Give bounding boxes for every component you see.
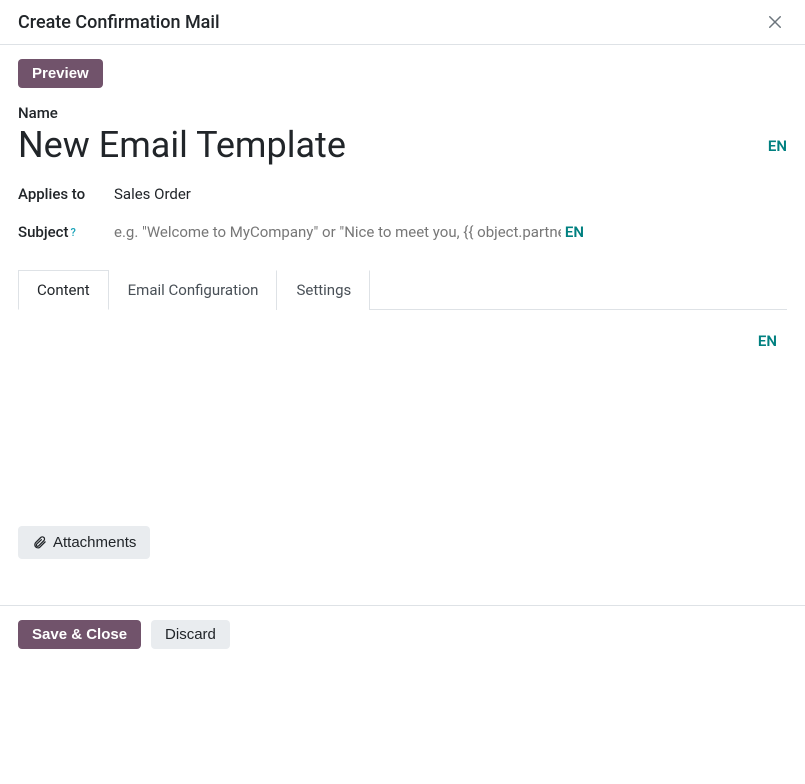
discard-button[interactable]: Discard xyxy=(151,620,230,649)
applies-to-value[interactable]: Sales Order xyxy=(114,185,191,203)
content-language-button[interactable]: EN xyxy=(18,332,777,350)
name-input[interactable]: New Email Template xyxy=(18,124,758,167)
name-label: Name xyxy=(18,104,787,122)
applies-to-row: Applies to Sales Order xyxy=(18,185,787,203)
preview-button[interactable]: Preview xyxy=(18,59,103,88)
modal-dialog: Create Confirmation Mail Preview Name Ne… xyxy=(0,0,805,663)
subject-language-button[interactable]: EN xyxy=(565,223,584,241)
tab-content[interactable]: Content xyxy=(18,270,109,310)
discard-label: Discard xyxy=(165,626,216,643)
tab-email-configuration[interactable]: Email Configuration xyxy=(109,270,278,310)
tabs: Content Email Configuration Settings xyxy=(18,269,787,310)
modal-footer: Save & Close Discard xyxy=(0,605,805,663)
name-row: New Email Template EN xyxy=(18,124,787,167)
subject-input[interactable] xyxy=(114,223,561,241)
modal-header: Create Confirmation Mail xyxy=(0,0,805,45)
subject-label: Subject ? xyxy=(18,223,114,241)
help-icon[interactable]: ? xyxy=(70,226,75,239)
save-close-label: Save & Close xyxy=(32,626,127,643)
tab-label: Content xyxy=(37,281,90,299)
applies-to-label: Applies to xyxy=(18,185,114,203)
paperclip-icon xyxy=(32,535,47,550)
modal-body: Preview Name New Email Template EN Appli… xyxy=(0,45,805,605)
tab-label: Email Configuration xyxy=(128,281,259,299)
close-icon xyxy=(766,13,784,31)
attachments-button[interactable]: Attachments xyxy=(18,526,150,559)
preview-button-label: Preview xyxy=(32,65,89,82)
modal-title: Create Confirmation Mail xyxy=(18,12,220,33)
attachments-label: Attachments xyxy=(53,534,136,551)
tab-settings[interactable]: Settings xyxy=(277,270,370,310)
subject-label-text: Subject xyxy=(18,223,68,241)
name-language-button[interactable]: EN xyxy=(768,137,787,155)
tab-label: Settings xyxy=(296,281,351,299)
content-area[interactable]: EN xyxy=(18,310,787,510)
subject-row: Subject ? EN xyxy=(18,223,787,241)
save-close-button[interactable]: Save & Close xyxy=(18,620,141,649)
close-button[interactable] xyxy=(763,10,787,34)
